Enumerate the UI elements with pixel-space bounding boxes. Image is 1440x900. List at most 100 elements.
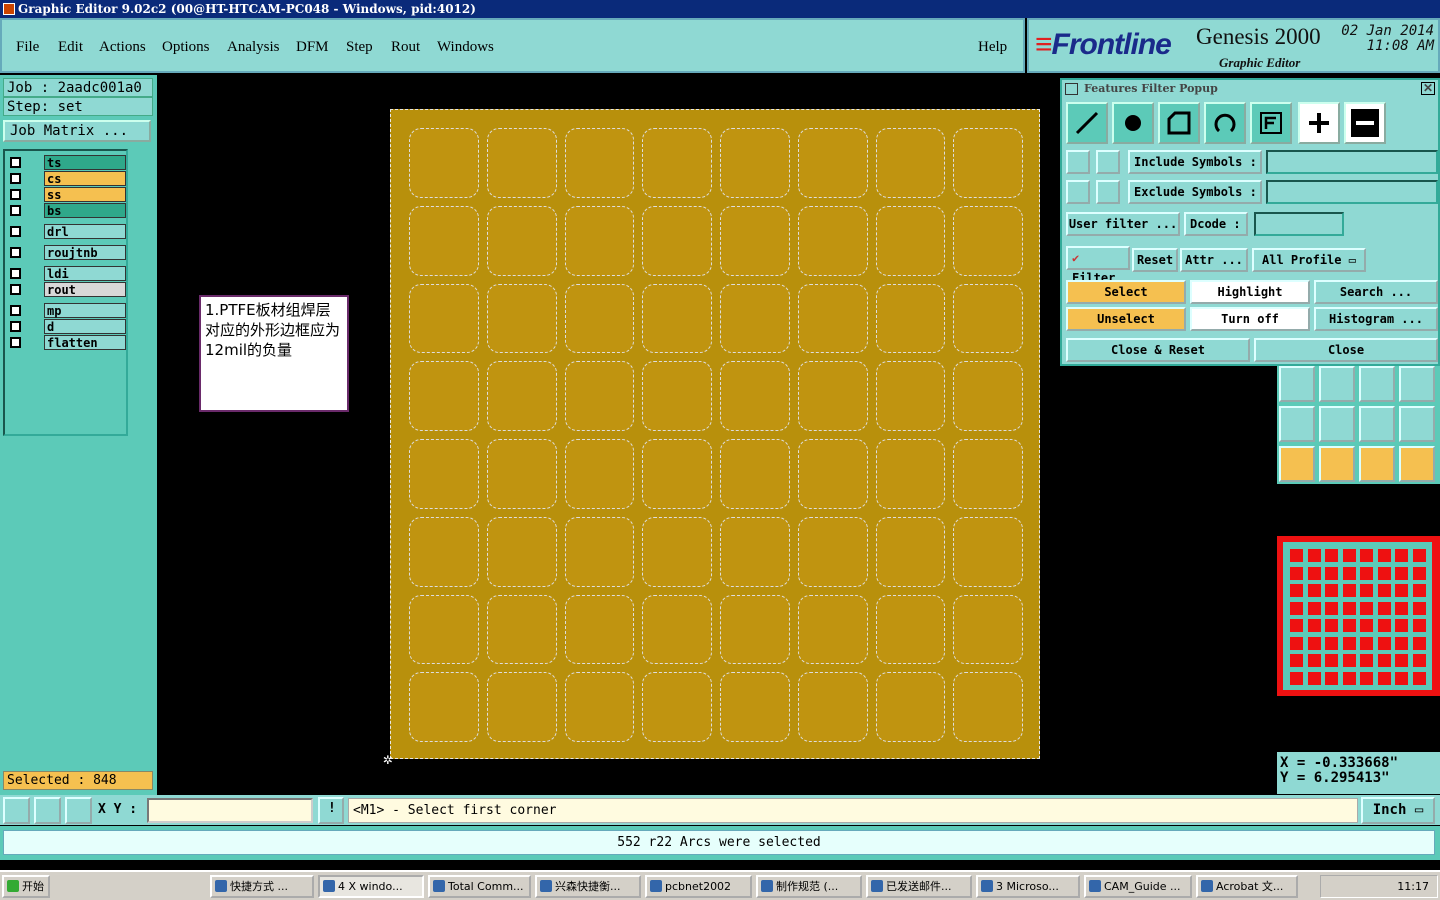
exclude-symbols-input[interactable]	[1266, 180, 1438, 204]
start-button[interactable]: 开始	[2, 875, 50, 898]
pointer-path-icon[interactable]	[1399, 446, 1435, 482]
layer-checkbox[interactable]	[10, 205, 21, 216]
layer-checkbox[interactable]	[10, 247, 21, 258]
layer-row[interactable]: drl	[8, 224, 126, 239]
triangle-tool-1-icon[interactable]	[1279, 406, 1315, 442]
layer-row[interactable]: cs	[8, 171, 126, 186]
layer-name[interactable]: ts	[44, 155, 126, 170]
layer-name[interactable]: ldi	[44, 266, 126, 281]
tool-negative[interactable]	[1344, 102, 1386, 144]
units-dropdown[interactable]: Inch ▭	[1361, 797, 1435, 824]
xy-input[interactable]	[147, 798, 313, 823]
menu-dfm[interactable]: DFM	[296, 39, 329, 56]
measure-distance-icon[interactable]	[1359, 366, 1395, 402]
all-profile-dropdown[interactable]: All Profile ▭	[1252, 248, 1366, 272]
pointer-circle-icon[interactable]	[1359, 446, 1395, 482]
menu-options[interactable]: Options	[162, 39, 210, 56]
board-preview[interactable]	[1277, 536, 1440, 696]
menu-file[interactable]: File	[16, 39, 39, 56]
taskbar-item[interactable]: CAM_Guide ...	[1084, 875, 1192, 898]
tool-text[interactable]	[1250, 102, 1292, 144]
measure-icon[interactable]	[34, 797, 61, 824]
layer-checkbox[interactable]	[10, 157, 21, 168]
layer-checkbox[interactable]	[10, 284, 21, 295]
layer-checkbox[interactable]	[10, 305, 21, 316]
dcode-input[interactable]	[1254, 212, 1344, 236]
layer-name[interactable]: rout	[44, 282, 126, 297]
zoom-icon[interactable]	[3, 797, 30, 824]
layer-name[interactable]: d	[44, 319, 126, 334]
taskbar-item[interactable]: 3 Microso...	[976, 875, 1080, 898]
exclude-pick-icon[interactable]	[1096, 180, 1120, 204]
layer-row[interactable]: flatten	[8, 335, 126, 350]
menu-actions[interactable]: Actions	[99, 39, 146, 56]
exclude-arrow-icon[interactable]	[1066, 180, 1090, 204]
tool-surface[interactable]	[1158, 102, 1200, 144]
tool-positive[interactable]	[1298, 102, 1340, 144]
layer-checkbox[interactable]	[10, 268, 21, 279]
shapes-icon[interactable]	[1399, 366, 1435, 402]
layer-row[interactable]: rout	[8, 282, 126, 297]
close-button[interactable]: Close	[1254, 338, 1438, 362]
close-reset-button[interactable]: Close & Reset	[1066, 338, 1250, 362]
highlight-button[interactable]: Highlight	[1190, 280, 1310, 304]
layer-name[interactable]: drl	[44, 224, 126, 239]
measure-line-icon[interactable]	[1319, 366, 1355, 402]
user-filter-button[interactable]: User filter ...	[1066, 212, 1180, 236]
layer-checkbox[interactable]	[10, 189, 21, 200]
alert-icon[interactable]: !	[318, 797, 344, 824]
taskbar-item[interactable]: 4 X windo...	[318, 875, 424, 898]
unselect-button[interactable]: Unselect	[1066, 307, 1186, 331]
taskbar-item[interactable]: 兴森快捷衡...	[535, 875, 641, 898]
menu-analysis[interactable]: Analysis	[227, 39, 280, 56]
layer-row[interactable]: bs	[8, 203, 126, 218]
menu-edit[interactable]: Edit	[58, 39, 83, 56]
layer-name[interactable]: roujtnb	[44, 245, 126, 260]
triangle-tool-2-icon[interactable]	[1319, 406, 1355, 442]
menu-windows[interactable]: Windows	[437, 39, 494, 56]
attr-button[interactable]: Attr ...	[1180, 248, 1248, 272]
turn-off-button[interactable]: Turn off	[1190, 307, 1310, 331]
layer-checkbox[interactable]	[10, 226, 21, 237]
taskbar-item[interactable]: 已发送邮件...	[866, 875, 972, 898]
layer-checkbox[interactable]	[10, 337, 21, 348]
snap-tool-icon[interactable]	[1279, 366, 1315, 402]
include-arrow-icon[interactable]	[1066, 150, 1090, 174]
taskbar-item[interactable]: pcbnet2002	[645, 875, 752, 898]
layer-row[interactable]: d	[8, 319, 126, 334]
triangle-tool-3-icon[interactable]	[1359, 406, 1395, 442]
tool-arc[interactable]	[1204, 102, 1246, 144]
layer-checkbox[interactable]	[10, 321, 21, 332]
filter-toggle[interactable]: ✔ Filter	[1066, 246, 1130, 285]
layer-name[interactable]: cs	[44, 171, 126, 186]
layer-row[interactable]: ldi	[8, 266, 126, 281]
histogram-button[interactable]: Histogram ...	[1314, 307, 1438, 331]
triangle-tool-4-icon[interactable]	[1399, 406, 1435, 442]
taskbar-item[interactable]: Acrobat 文...	[1196, 875, 1298, 898]
tool-line[interactable]	[1066, 102, 1108, 144]
taskbar-item[interactable]: Total Comm...	[428, 875, 531, 898]
pointer-box-icon[interactable]	[1319, 446, 1355, 482]
taskbar-item[interactable]: 快捷方式 ...	[210, 875, 314, 898]
select-button[interactable]: Select	[1066, 280, 1186, 304]
search-button[interactable]: Search ...	[1314, 280, 1438, 304]
pcb-board[interactable]	[390, 109, 1040, 759]
include-pick-icon[interactable]	[1096, 150, 1120, 174]
layer-checkbox[interactable]	[10, 173, 21, 184]
menu-step[interactable]: Step	[346, 39, 373, 56]
job-matrix-button[interactable]: Job Matrix ...	[3, 120, 151, 142]
reset-button[interactable]: Reset	[1132, 248, 1178, 272]
layer-name[interactable]: mp	[44, 303, 126, 318]
close-icon[interactable]: ✕	[1421, 82, 1435, 95]
layer-row[interactable]: roujtnb	[8, 245, 126, 260]
layer-name[interactable]: flatten	[44, 335, 126, 350]
grid-icon[interactable]	[65, 797, 92, 824]
include-symbols-input[interactable]	[1266, 150, 1438, 174]
tool-pad[interactable]	[1112, 102, 1154, 144]
menu-rout[interactable]: Rout	[391, 39, 420, 56]
layer-row[interactable]: mp	[8, 303, 126, 318]
layer-row[interactable]: ts	[8, 155, 126, 170]
pointer-icon[interactable]	[1279, 446, 1315, 482]
layer-row[interactable]: ss	[8, 187, 126, 202]
taskbar-item[interactable]: 制作规范 (...	[756, 875, 862, 898]
